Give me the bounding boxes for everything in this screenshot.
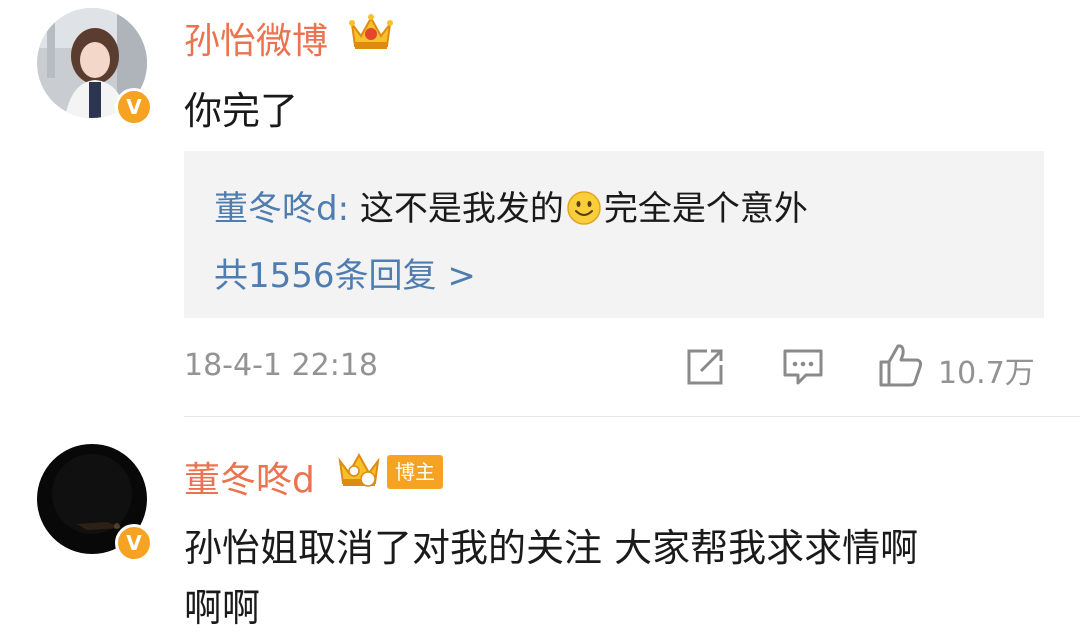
like-count: 10.7万	[938, 356, 1035, 391]
comment-time: 18-4-1 22:18	[184, 348, 378, 383]
smiley-emoji-icon	[567, 191, 601, 225]
reply-separator: :	[337, 189, 360, 229]
comment-icon[interactable]	[782, 347, 824, 387]
comment-text: 你完了	[184, 89, 299, 133]
reply-count-link[interactable]: 共1556条回复 >	[214, 248, 476, 297]
verified-badge: V	[115, 524, 153, 562]
comment-text: 孙怡姐取消了对我的关注 大家帮我求求情啊	[184, 526, 919, 570]
reply-line: 董冬咚d: 这不是我发的 完全是个意外	[214, 181, 808, 230]
crown-vip-icon[interactable]	[336, 449, 382, 491]
reply-text: 这不是我发的	[359, 189, 564, 229]
comment-item: V 孙怡微博 你完了 董冬咚d: 这不是我发的 完全是个意外 共1556条回复 …	[0, 0, 1080, 416]
crown-vip-icon[interactable]	[348, 12, 394, 54]
username[interactable]: 董冬咚d	[184, 451, 315, 503]
avatar[interactable]: V	[37, 8, 153, 126]
host-badge: 博主	[387, 455, 443, 489]
comment-item: V 董冬咚d 博主 孙怡姐取消了对我的关注 大家帮我求求情啊 啊啊	[0, 417, 1080, 630]
reply-text: 完全是个意外	[603, 189, 808, 229]
reply-preview[interactable]: 董冬咚d: 这不是我发的 完全是个意外 共1556条回复 >	[184, 151, 1044, 318]
verified-badge: V	[115, 88, 153, 126]
avatar[interactable]: V	[37, 444, 153, 562]
share-icon[interactable]	[685, 347, 725, 387]
like-icon[interactable]	[878, 342, 924, 388]
reply-author[interactable]: 董冬咚d	[214, 189, 338, 229]
username[interactable]: 孙怡微博	[184, 12, 328, 64]
comment-text: 啊啊	[184, 586, 261, 630]
